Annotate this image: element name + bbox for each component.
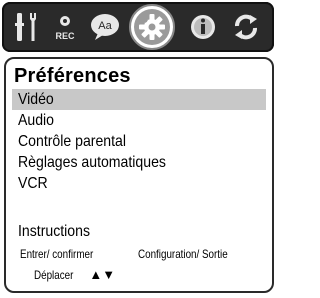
instructions-heading: Instructions — [18, 223, 90, 240]
subtitle-icon-label: Aa — [98, 20, 112, 32]
settings-tools-icon[interactable] — [10, 2, 44, 52]
refresh-icon[interactable] — [228, 2, 264, 52]
instruction-setup-exit: Configuration/ Sortie — [138, 247, 228, 261]
menu-item-label: Audio — [18, 112, 55, 129]
subtitle-icon[interactable]: Aa — [88, 2, 122, 52]
instruction-confirm: Entrer/ confirmer — [20, 247, 94, 261]
record-icon-label: REC — [55, 31, 75, 41]
menu-item-label: Vidéo — [18, 91, 54, 108]
instruction-move: Déplacer ▲▼ — [34, 267, 116, 282]
menu-item-label: Règlages automatiques — [18, 154, 166, 171]
menu-item-label: Contrôle parental — [18, 133, 127, 150]
icon-toolbar: REC Aa — [2, 2, 274, 52]
page-title: Préférences — [14, 65, 131, 87]
up-down-arrows-icon: ▲▼ — [89, 267, 116, 282]
info-icon[interactable] — [186, 2, 220, 52]
menu-item-automatic-settings[interactable]: Règlages automatiques — [12, 152, 266, 173]
preferences-menu: Vidéo Audio Contrôle parental Règlages a… — [12, 89, 266, 194]
preferences-gear-icon[interactable] — [128, 2, 176, 52]
record-icon[interactable]: REC — [50, 2, 80, 52]
menu-item-vcr[interactable]: VCR — [12, 173, 266, 194]
menu-item-label: VCR — [18, 175, 48, 192]
menu-item-video[interactable]: Vidéo — [12, 89, 266, 110]
menu-item-parental-control[interactable]: Contrôle parental — [12, 131, 266, 152]
menu-item-audio[interactable]: Audio — [12, 110, 266, 131]
preferences-panel: Préférences Vidéo Audio Contrôle parenta… — [4, 57, 274, 293]
